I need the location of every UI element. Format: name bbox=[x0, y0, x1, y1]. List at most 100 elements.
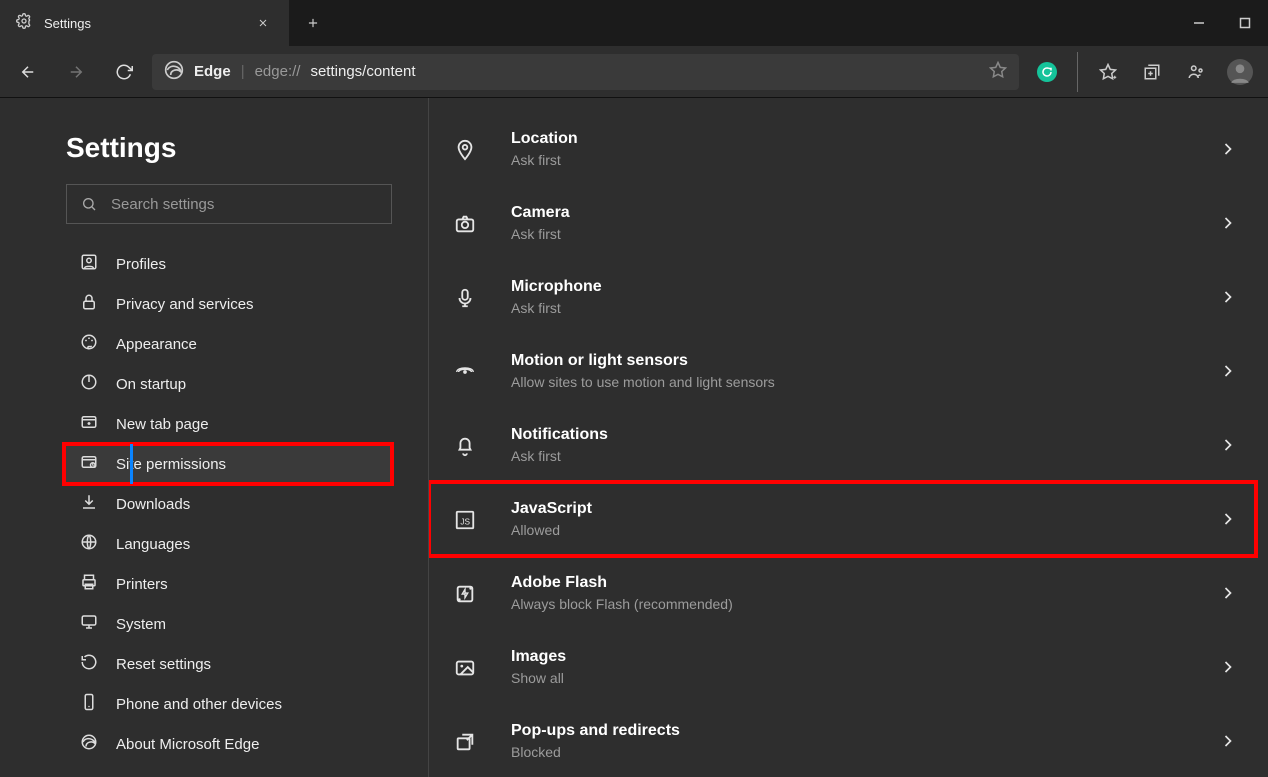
microphone-icon bbox=[441, 285, 489, 309]
permission-subtitle: Allow sites to use motion and light sens… bbox=[511, 374, 1192, 390]
permission-javascript[interactable]: JavaScriptAllowed bbox=[429, 482, 1256, 556]
permission-title: Adobe Flash bbox=[511, 574, 1192, 592]
search-icon bbox=[81, 196, 97, 212]
sidebar-item-label: New tab page bbox=[116, 416, 209, 433]
flash-icon bbox=[441, 581, 489, 605]
sidebar-item-reset-settings[interactable]: Reset settings bbox=[0, 644, 428, 684]
lock-icon bbox=[80, 293, 98, 315]
refresh-button[interactable] bbox=[104, 52, 144, 92]
sidebar-item-languages[interactable]: Languages bbox=[0, 524, 428, 564]
permission-title: Microphone bbox=[511, 278, 1192, 296]
newtab-icon bbox=[80, 413, 98, 435]
settings-search-input[interactable] bbox=[111, 196, 377, 213]
sidebar-item-label: Phone and other devices bbox=[116, 696, 282, 713]
system-icon bbox=[80, 613, 98, 635]
profile-icon bbox=[80, 253, 98, 275]
sidebar-item-phone-and-other-devices[interactable]: Phone and other devices bbox=[0, 684, 428, 724]
sidebar-item-printers[interactable]: Printers bbox=[0, 564, 428, 604]
sidebar-item-site-permissions[interactable]: Site permissions bbox=[64, 444, 392, 484]
chevron-right-icon bbox=[1214, 583, 1242, 603]
sidebar-item-label: Privacy and services bbox=[116, 296, 254, 313]
sidebar-item-privacy-and-services[interactable]: Privacy and services bbox=[0, 284, 428, 324]
sidebar-item-on-startup[interactable]: On startup bbox=[0, 364, 428, 404]
address-url-dim: edge:// bbox=[255, 63, 301, 80]
popup-icon bbox=[441, 729, 489, 753]
close-tab-button[interactable] bbox=[253, 13, 273, 33]
new-tab-button[interactable] bbox=[290, 0, 336, 46]
collections-button[interactable] bbox=[1132, 52, 1172, 92]
titlebar: Settings bbox=[0, 0, 1268, 46]
sidebar-item-label: About Microsoft Edge bbox=[116, 736, 259, 753]
back-button[interactable] bbox=[8, 52, 48, 92]
reset-icon bbox=[80, 653, 98, 675]
profile-switch-button[interactable] bbox=[1176, 52, 1216, 92]
sidebar-item-about-microsoft-edge[interactable]: About Microsoft Edge bbox=[0, 724, 428, 764]
edge-icon bbox=[80, 733, 98, 755]
account-avatar[interactable] bbox=[1220, 52, 1260, 92]
favorite-star-icon[interactable] bbox=[989, 61, 1007, 83]
permission-location[interactable]: LocationAsk first bbox=[429, 112, 1256, 186]
sidebar-item-label: Appearance bbox=[116, 336, 197, 353]
image-icon bbox=[441, 655, 489, 679]
sidebar-item-label: Site permissions bbox=[116, 456, 226, 473]
chevron-right-icon bbox=[1214, 509, 1242, 529]
tab-label: Settings bbox=[44, 16, 241, 31]
address-brand: Edge bbox=[194, 63, 231, 80]
permission-subtitle: Blocked bbox=[511, 744, 1192, 760]
permission-title: Camera bbox=[511, 204, 1192, 222]
permission-pop-ups-and-redirects[interactable]: Pop-ups and redirects Blocked bbox=[429, 704, 1256, 777]
permission-microphone[interactable]: Microphone Ask first bbox=[429, 260, 1256, 334]
sidebar-item-label: System bbox=[116, 616, 166, 633]
chevron-right-icon bbox=[1214, 657, 1242, 677]
sidebar-item-new-tab-page[interactable]: New tab page bbox=[0, 404, 428, 444]
address-bar[interactable]: Edge | edge://settings/content bbox=[152, 54, 1019, 90]
edge-logo-icon bbox=[164, 60, 184, 84]
address-url: settings/content bbox=[310, 63, 415, 80]
permission-camera[interactable]: CameraAsk first bbox=[429, 186, 1256, 260]
window-controls bbox=[1176, 0, 1268, 46]
permission-subtitle: Ask first bbox=[511, 152, 1192, 168]
permission-title: Images bbox=[511, 648, 1192, 666]
permission-subtitle: Allowed bbox=[511, 522, 1192, 538]
sidebar-item-profiles[interactable]: Profiles bbox=[0, 244, 428, 284]
permission-subtitle: Ask first bbox=[511, 448, 1192, 464]
phone-icon bbox=[80, 693, 98, 715]
sidebar-item-label: Reset settings bbox=[116, 656, 211, 673]
favorites-button[interactable] bbox=[1088, 52, 1128, 92]
siteperm-icon bbox=[80, 453, 98, 475]
permission-title: Pop-ups and redirects bbox=[511, 722, 1192, 740]
settings-search[interactable] bbox=[66, 184, 392, 224]
bell-icon bbox=[441, 433, 489, 457]
permission-images[interactable]: Images Show all bbox=[429, 630, 1256, 704]
sidebar-item-label: On startup bbox=[116, 376, 186, 393]
maximize-button[interactable] bbox=[1222, 0, 1268, 46]
permission-subtitle: Ask first bbox=[511, 300, 1192, 316]
permission-subtitle: Show all bbox=[511, 670, 1192, 686]
content-panel: LocationAsk firstCameraAsk firstMicropho… bbox=[429, 98, 1268, 777]
chevron-right-icon bbox=[1214, 435, 1242, 455]
browser-tab[interactable]: Settings bbox=[0, 0, 290, 46]
minimize-button[interactable] bbox=[1176, 0, 1222, 46]
chevron-right-icon bbox=[1214, 213, 1242, 233]
chevron-right-icon bbox=[1214, 361, 1242, 381]
permission-notifications[interactable]: Notifications Ask first bbox=[429, 408, 1256, 482]
chevron-right-icon bbox=[1214, 287, 1242, 307]
power-icon bbox=[80, 373, 98, 395]
permission-title: Motion or light sensors bbox=[511, 352, 1192, 370]
permission-motion-or-light-sensors[interactable]: Motion or light sensors Allow sites to us… bbox=[429, 334, 1256, 408]
sidebar-item-label: Profiles bbox=[116, 256, 166, 273]
forward-button[interactable] bbox=[56, 52, 96, 92]
permission-title: Notifications bbox=[511, 426, 1192, 444]
toolbar: Edge | edge://settings/content bbox=[0, 46, 1268, 98]
printer-icon bbox=[80, 573, 98, 595]
grammarly-extension-icon[interactable] bbox=[1027, 52, 1067, 92]
gear-icon bbox=[16, 13, 32, 34]
sidebar-item-label: Printers bbox=[116, 576, 168, 593]
permission-adobe-flash[interactable]: Adobe FlashAlways block Flash (recommend… bbox=[429, 556, 1256, 630]
sidebar-item-appearance[interactable]: Appearance bbox=[0, 324, 428, 364]
sidebar-item-system[interactable]: System bbox=[0, 604, 428, 644]
sidebar: Settings ProfilesPrivacy and servicesApp… bbox=[0, 98, 429, 777]
location-icon bbox=[441, 137, 489, 161]
chevron-right-icon bbox=[1214, 139, 1242, 159]
sidebar-item-downloads[interactable]: Downloads bbox=[0, 484, 428, 524]
